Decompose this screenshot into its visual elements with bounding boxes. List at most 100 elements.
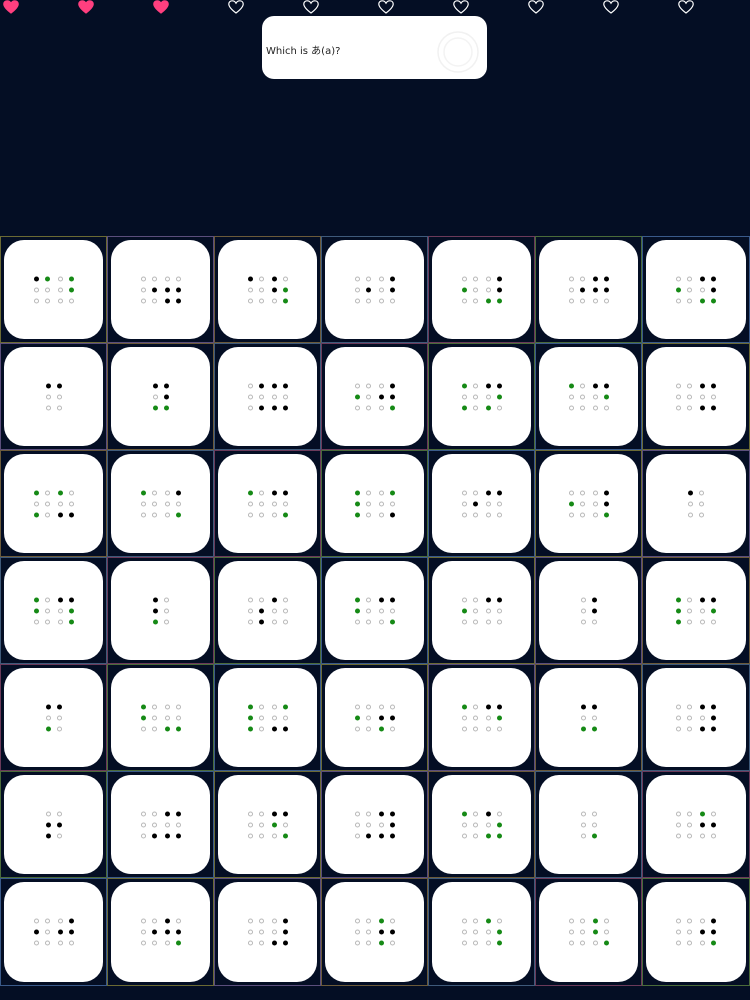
braille-tile[interactable] — [646, 668, 746, 767]
braille-tile[interactable] — [218, 454, 317, 553]
braille-tile[interactable] — [432, 347, 531, 446]
braille-dot-highlighted — [354, 490, 360, 495]
braille-tile[interactable] — [111, 882, 210, 982]
braille-dot-raised — [485, 811, 491, 816]
braille-dot-empty — [365, 383, 371, 388]
braille-dot-highlighted — [68, 287, 74, 292]
braille-tile[interactable] — [539, 775, 638, 874]
braille-cell — [57, 597, 74, 624]
braille-tile[interactable] — [111, 561, 210, 660]
braille-tile[interactable] — [646, 775, 746, 874]
braille-dot-empty — [579, 383, 585, 388]
braille-pattern — [354, 276, 395, 303]
braille-tile[interactable] — [646, 240, 746, 339]
braille-cell — [33, 918, 50, 946]
braille-tile[interactable] — [111, 775, 210, 874]
braille-tile[interactable] — [432, 882, 531, 982]
braille-tile[interactable] — [218, 347, 317, 446]
braille-cell — [461, 811, 478, 838]
braille-tile[interactable] — [325, 240, 424, 339]
braille-dot-highlighted — [603, 512, 609, 517]
tile-cell — [535, 878, 642, 986]
braille-tile[interactable] — [539, 561, 638, 660]
braille-tile[interactable] — [646, 347, 746, 446]
braille-cell — [33, 597, 50, 624]
braille-cell — [485, 597, 502, 624]
braille-dot-empty — [354, 383, 360, 388]
braille-tile[interactable] — [218, 882, 317, 982]
braille-dot-empty — [496, 811, 502, 816]
braille-dot-empty — [676, 822, 681, 827]
braille-tile[interactable] — [432, 454, 531, 553]
braille-tile[interactable] — [4, 561, 103, 660]
braille-dot-empty — [568, 929, 574, 935]
braille-tile[interactable] — [4, 775, 103, 874]
braille-tile[interactable] — [646, 561, 746, 660]
braille-dot-empty — [472, 276, 478, 281]
braille-tile[interactable] — [4, 882, 103, 982]
braille-tile[interactable] — [4, 668, 103, 767]
braille-dot-highlighted — [389, 405, 395, 410]
braille-tile[interactable] — [111, 240, 210, 339]
braille-tile[interactable] — [539, 240, 638, 339]
tile-cell — [321, 236, 428, 343]
tile-cell — [642, 664, 750, 771]
braille-tile[interactable] — [218, 668, 317, 767]
braille-tile[interactable] — [325, 775, 424, 874]
braille-dot-empty — [579, 276, 585, 281]
braille-tile[interactable] — [539, 454, 638, 553]
braille-dot-empty — [485, 512, 491, 517]
braille-tile[interactable] — [325, 882, 424, 982]
braille-dot-empty — [151, 704, 157, 709]
braille-tile[interactable] — [111, 668, 210, 767]
braille-tile[interactable] — [432, 668, 531, 767]
braille-tile[interactable] — [432, 775, 531, 874]
braille-dot-raised — [378, 394, 384, 399]
braille-dot-empty — [365, 394, 371, 399]
game-screen: Which is あ(a)? — [0, 0, 750, 1000]
braille-tile[interactable] — [111, 454, 210, 553]
braille-tile[interactable] — [646, 454, 746, 553]
braille-dot-empty — [687, 405, 692, 410]
braille-cell — [461, 704, 478, 731]
braille-tile[interactable] — [4, 454, 103, 553]
braille-dot-raised — [175, 929, 181, 935]
braille-pattern — [247, 918, 288, 946]
braille-tile[interactable] — [432, 561, 531, 660]
braille-dot-highlighted — [163, 405, 169, 410]
braille-tile[interactable] — [325, 668, 424, 767]
braille-tile[interactable] — [539, 347, 638, 446]
braille-dot-empty — [676, 940, 681, 946]
braille-cell — [378, 276, 395, 303]
braille-dot-empty — [175, 822, 181, 827]
braille-dot-raised — [68, 597, 74, 602]
braille-dot-highlighted — [496, 940, 502, 946]
braille-dot-empty — [485, 287, 491, 292]
braille-dot-highlighted — [389, 619, 395, 624]
braille-dot-empty — [687, 929, 692, 935]
braille-tile[interactable] — [4, 347, 103, 446]
braille-tile[interactable] — [646, 882, 746, 982]
braille-tile[interactable] — [325, 347, 424, 446]
braille-dot-highlighted — [496, 833, 502, 838]
speaker-icon[interactable] — [436, 30, 480, 74]
braille-tile[interactable] — [218, 775, 317, 874]
braille-tile[interactable] — [325, 454, 424, 553]
braille-tile[interactable] — [539, 882, 638, 982]
braille-dot-empty — [354, 833, 360, 838]
braille-dot-raised — [365, 287, 371, 292]
braille-dot-empty — [378, 822, 384, 827]
tile-cell — [535, 343, 642, 450]
braille-tile[interactable] — [111, 347, 210, 446]
braille-tile[interactable] — [4, 240, 103, 339]
braille-pattern — [45, 383, 62, 410]
braille-tile[interactable] — [432, 240, 531, 339]
braille-dot-raised — [389, 512, 395, 517]
braille-dot-highlighted — [378, 940, 384, 946]
braille-tile[interactable] — [539, 668, 638, 767]
braille-tile[interactable] — [218, 240, 317, 339]
braille-tile[interactable] — [325, 561, 424, 660]
braille-tile[interactable] — [218, 561, 317, 660]
braille-dot-empty — [472, 704, 478, 709]
braille-dot-empty — [44, 298, 50, 303]
